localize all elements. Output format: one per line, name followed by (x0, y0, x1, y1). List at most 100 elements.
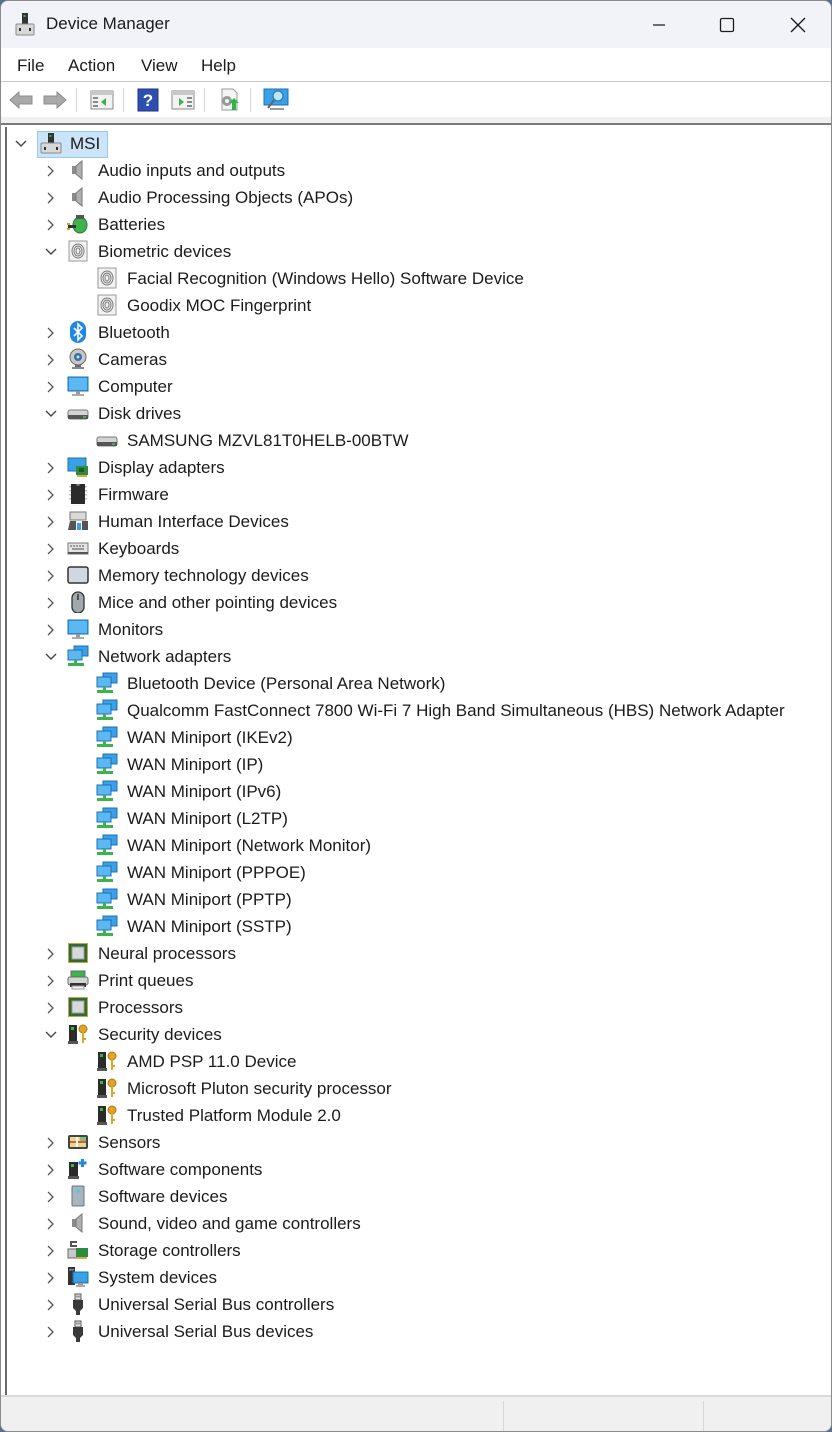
tree-device[interactable]: WAN Miniport (L2TP) (7, 805, 827, 832)
tree-item-label: Disk drives (98, 404, 182, 423)
tree-category[interactable]: Storage controllers (7, 1237, 827, 1264)
keyboard-icon (67, 537, 89, 559)
show-hide-action-pane-button[interactable] (169, 86, 197, 114)
tree-device[interactable]: WAN Miniport (Network Monitor) (7, 832, 827, 859)
chevron-right-icon[interactable] (44, 1001, 58, 1015)
tree-category[interactable]: Keyboards (7, 535, 827, 562)
tree-category[interactable]: Software devices (7, 1183, 827, 1210)
chevron-down-icon[interactable] (44, 1028, 58, 1042)
tree-category[interactable]: Memory technology devices (7, 562, 827, 589)
chevron-right-icon[interactable] (44, 191, 58, 205)
chevron-down-icon[interactable] (44, 407, 58, 421)
chevron-right-icon[interactable] (44, 542, 58, 556)
minimize-button[interactable] (624, 1, 694, 48)
tree-device[interactable]: WAN Miniport (IP) (7, 751, 827, 778)
tree-device[interactable]: Trusted Platform Module 2.0 (7, 1102, 827, 1129)
tree-category[interactable]: Batteries (7, 211, 827, 238)
tree-item-label: Network adapters (98, 647, 232, 666)
chevron-right-icon[interactable] (44, 164, 58, 178)
chevron-right-icon[interactable] (44, 569, 58, 583)
scan-hardware-changes-icon (263, 88, 289, 110)
tree-category[interactable]: Cameras (7, 346, 827, 373)
chevron-right-icon[interactable] (44, 1217, 58, 1231)
tree-device[interactable]: Facial Recognition (Windows Hello) Softw… (7, 265, 827, 292)
tree-category[interactable]: Mice and other pointing devices (7, 589, 827, 616)
tree-device[interactable]: Goodix MOC Fingerprint (7, 292, 827, 319)
tree-category[interactable]: Universal Serial Bus devices (7, 1318, 827, 1345)
menu-action[interactable]: Action (68, 56, 115, 76)
chevron-right-icon[interactable] (44, 1190, 58, 1204)
chevron-down-icon[interactable] (14, 137, 28, 151)
tree-device[interactable]: Microsoft Pluton security processor (7, 1075, 827, 1102)
tree-item-label: Display adapters (98, 458, 225, 477)
tree-root-msi[interactable]: MSI (7, 130, 127, 158)
chevron-right-icon[interactable] (44, 1136, 58, 1150)
chevron-right-icon[interactable] (44, 947, 58, 961)
close-button[interactable] (763, 1, 831, 48)
chevron-right-icon[interactable] (44, 1325, 58, 1339)
forward-button[interactable] (41, 86, 69, 114)
title-bar[interactable]: Device Manager (1, 1, 831, 48)
tree-device[interactable]: AMD PSP 11.0 Device (7, 1048, 827, 1075)
fingerprint-icon (96, 294, 118, 316)
help-button[interactable]: ? (134, 86, 162, 114)
chevron-right-icon[interactable] (44, 515, 58, 529)
chevron-right-icon[interactable] (44, 623, 58, 637)
chevron-right-icon[interactable] (44, 461, 58, 475)
tree-category[interactable]: Neural processors (7, 940, 827, 967)
memory-device-icon (67, 564, 89, 586)
chevron-down-icon[interactable] (44, 245, 58, 259)
tree-device[interactable]: WAN Miniport (IKEv2) (7, 724, 827, 751)
maximize-button[interactable] (692, 1, 762, 48)
tree-category[interactable]: Bluetooth (7, 319, 827, 346)
tree-category[interactable]: Sound, video and game controllers (7, 1210, 827, 1237)
tree-category[interactable]: Disk drives (7, 400, 827, 427)
back-button[interactable] (7, 86, 35, 114)
chevron-right-icon[interactable] (44, 353, 58, 367)
tree-category[interactable]: Human Interface Devices (7, 508, 827, 535)
chevron-down-icon[interactable] (44, 650, 58, 664)
tree-device[interactable]: WAN Miniport (PPTP) (7, 886, 827, 913)
chevron-right-icon[interactable] (44, 1271, 58, 1285)
device-tree[interactable]: MSI Audio inputs and outputs Audio Proces… (5, 127, 831, 1395)
menu-view[interactable]: View (141, 56, 178, 76)
chevron-right-icon[interactable] (44, 1244, 58, 1258)
tree-category[interactable]: Sensors (7, 1129, 827, 1156)
show-hide-console-tree-button[interactable] (88, 86, 116, 114)
update-driver-button[interactable] (215, 86, 243, 114)
tree-device[interactable]: Qualcomm FastConnect 7800 Wi-Fi 7 High B… (7, 697, 827, 724)
tree-category[interactable]: Computer (7, 373, 827, 400)
tree-device[interactable]: SAMSUNG MZVL81T0HELB-00BTW (7, 427, 827, 454)
chevron-right-icon[interactable] (44, 1298, 58, 1312)
tree-item-label: Universal Serial Bus controllers (98, 1295, 335, 1314)
chevron-right-icon[interactable] (44, 974, 58, 988)
toolbar-divider (1, 117, 831, 125)
tree-category[interactable]: Network adapters (7, 643, 827, 670)
tree-category[interactable]: Display adapters (7, 454, 827, 481)
tree-category[interactable]: Biometric devices (7, 238, 827, 265)
tree-category[interactable]: Monitors (7, 616, 827, 643)
tree-category[interactable]: Audio Processing Objects (APOs) (7, 184, 827, 211)
scan-hardware-changes-button[interactable] (262, 86, 290, 114)
network-adapter-icon (96, 780, 118, 802)
tree-category[interactable]: Security devices (7, 1021, 827, 1048)
tree-category[interactable]: Firmware (7, 481, 827, 508)
tree-category[interactable]: Universal Serial Bus controllers (7, 1291, 827, 1318)
tree-category[interactable]: Processors (7, 994, 827, 1021)
chevron-right-icon[interactable] (44, 326, 58, 340)
menu-help[interactable]: Help (201, 56, 236, 76)
tree-device[interactable]: Bluetooth Device (Personal Area Network) (7, 670, 827, 697)
chevron-right-icon[interactable] (44, 1163, 58, 1177)
chevron-right-icon[interactable] (44, 596, 58, 610)
chevron-right-icon[interactable] (44, 488, 58, 502)
tree-device[interactable]: WAN Miniport (IPv6) (7, 778, 827, 805)
tree-category[interactable]: Audio inputs and outputs (7, 157, 827, 184)
tree-category[interactable]: Print queues (7, 967, 827, 994)
tree-category[interactable]: System devices (7, 1264, 827, 1291)
chevron-right-icon[interactable] (44, 218, 58, 232)
tree-device[interactable]: WAN Miniport (SSTP) (7, 913, 827, 940)
tree-device[interactable]: WAN Miniport (PPPOE) (7, 859, 827, 886)
menu-file[interactable]: File (17, 56, 44, 76)
chevron-right-icon[interactable] (44, 380, 58, 394)
tree-category[interactable]: Software components (7, 1156, 827, 1183)
